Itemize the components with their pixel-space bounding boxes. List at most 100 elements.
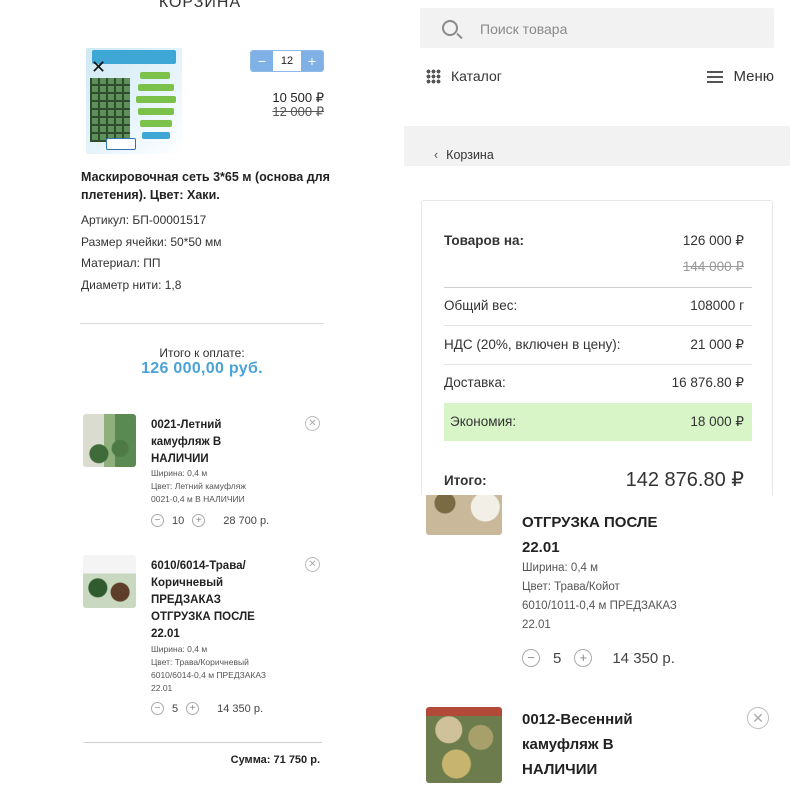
item-width: Ширина: 0,4 м <box>151 468 208 478</box>
remove-item-icon[interactable]: ✕ <box>747 707 769 729</box>
item-name-line: НАЛИЧИИ <box>522 761 598 778</box>
item-name-line: 0012-Весенний <box>522 711 633 728</box>
item-thumbnail[interactable] <box>426 495 502 535</box>
plus-icon[interactable]: + <box>192 514 206 527</box>
item-quantity: 5 <box>553 649 562 667</box>
summary-delivery-value: 16 876.80 ₽ <box>671 375 744 390</box>
item-name-line: ОТГРУЗКА ПОСЛЕ <box>522 514 658 531</box>
divider <box>444 325 752 326</box>
minus-icon[interactable]: − <box>151 514 164 527</box>
remove-item-icon[interactable]: ✕ <box>305 557 320 572</box>
search-icon[interactable] <box>442 20 458 36</box>
total-value: 126 000,00 руб. <box>141 360 263 377</box>
item-name-line: камуфляж В <box>522 736 614 753</box>
chevron-left-icon: ‹ <box>434 148 439 162</box>
items-sum: Сумма: 71 750 р. <box>230 754 320 766</box>
order-summary: Товаров на: 126 000 ₽ 144 000 ₽ Общий ве… <box>421 200 773 495</box>
remove-item-icon[interactable]: ✕ <box>305 416 320 431</box>
breadcrumb-label: Корзина <box>446 148 494 162</box>
total-label: Итого к оплате: <box>159 346 245 360</box>
spec-thread-diameter: Диаметр нити: 1,8 <box>81 278 182 292</box>
item-color: Цвет: Трава/Коричневый <box>151 657 249 667</box>
summary-delivery-label: Доставка: <box>444 375 506 390</box>
menu-button[interactable]: Меню <box>707 68 774 85</box>
page-title: КОРЗИНА <box>158 0 242 11</box>
breadcrumb: ‹ Корзина <box>404 126 790 166</box>
item-price: 14 350 р. <box>612 649 675 667</box>
item-sku: 6010/1011-0,4 м ПРЕДЗАКАЗ <box>522 600 677 612</box>
grid-icon <box>426 68 441 84</box>
cart-item: 6010/6014-Трава/ Коричневый ПРЕДЗАКАЗ ОТ… <box>83 555 323 720</box>
catalog-label: Каталог <box>451 68 502 84</box>
search-placeholder: Поиск товара <box>480 21 568 37</box>
item-quantity-control: − 10 + 28 700 р. <box>151 514 269 527</box>
summary-weight-row: Общий вес: 108000 г <box>444 298 752 313</box>
hamburger-icon <box>707 70 724 83</box>
summary-savings-row: Экономия: 18 000 ₽ <box>444 414 752 429</box>
item-price: 28 700 р. <box>223 514 270 527</box>
item-quantity: 10 <box>172 514 185 527</box>
summary-total-label: Итого: <box>444 473 487 488</box>
catalog-button[interactable]: Каталог <box>426 68 502 84</box>
summary-delivery-row: Доставка: 16 876.80 ₽ <box>444 375 752 390</box>
plus-icon[interactable]: + <box>186 702 200 715</box>
summary-weight-label: Общий вес: <box>444 298 518 313</box>
item-name[interactable]: ОТГРУЗКА ПОСЛЕ 22.01 <box>522 510 712 560</box>
cart-item: 0021-Летний камуфляж В НАЛИЧИИ ✕ Ширина:… <box>83 414 323 527</box>
summary-goods-value: 126 000 ₽ <box>682 233 744 248</box>
price-old: 12 000 ₽ <box>272 104 324 119</box>
product-name[interactable]: Маскировочная сеть 3*65 м (основа для пл… <box>81 168 331 204</box>
summary-savings-value: 18 000 ₽ <box>690 414 744 429</box>
quantity-stepper[interactable]: − 12 + <box>250 50 324 72</box>
item-price: 14 350 р. <box>217 702 263 715</box>
divider <box>444 364 752 365</box>
item-color: Цвет: Трава/Койот <box>522 581 620 593</box>
item-date: 22.01 <box>151 683 173 693</box>
summary-goods-old: 144 000 ₽ <box>682 259 744 274</box>
summary-total-value: 142 876.80 ₽ <box>625 469 744 491</box>
minus-icon[interactable]: − <box>151 702 164 715</box>
divider <box>80 323 324 324</box>
item-width: Ширина: 0,4 м <box>151 644 208 654</box>
cart-panel-summary: Поиск товара Каталог Меню ‹ Корзина Товар… <box>400 0 800 495</box>
cart-panel-items: ОТГРУЗКА ПОСЛЕ 22.01 Ширина: 0,4 м Цвет:… <box>400 495 800 800</box>
item-sku: 0021-0,4 м В НАЛИЧИИ <box>151 494 245 504</box>
decrease-button[interactable]: − <box>251 51 273 71</box>
item-date: 22.01 <box>522 619 551 631</box>
divider <box>84 742 322 743</box>
item-color: Цвет: Летний камуфляж <box>151 481 247 491</box>
remove-item-icon[interactable]: ✕ <box>91 58 106 76</box>
item-quantity-control: − 5 + 14 350 р. <box>151 702 263 715</box>
item-name[interactable]: 6010/6014-Трава/ Коричневый ПРЕДЗАКАЗ ОТ… <box>151 558 261 643</box>
minus-icon[interactable]: − <box>522 649 540 667</box>
summary-vat-row: НДС (20%, включен в цену): 21 000 ₽ <box>444 337 752 352</box>
spec-article: Артикул: БП-00001517 <box>81 213 207 227</box>
item-name[interactable]: 0021-Летний камуфляж В НАЛИЧИИ <box>151 417 261 468</box>
summary-weight-value: 108000 г <box>690 298 744 313</box>
summary-goods-row: Товаров на: 126 000 ₽ <box>444 233 752 248</box>
increase-button[interactable]: + <box>301 51 323 71</box>
item-name-line: 22.01 <box>522 539 560 556</box>
item-width: Ширина: 0,4 м <box>522 562 599 574</box>
cart-panel-left: КОРЗИНА ✕ − 12 + 10 500 ₽ 12 000 ₽ Маски… <box>0 0 400 800</box>
item-thumbnail[interactable] <box>426 707 502 783</box>
item-thumbnail[interactable] <box>83 414 136 467</box>
summary-vat-label: НДС (20%, включен в цену): <box>444 337 621 352</box>
summary-savings-label: Экономия: <box>450 414 517 429</box>
plus-icon[interactable]: + <box>574 649 593 667</box>
spec-mesh-size: Размер ячейки: 50*50 мм <box>81 235 222 249</box>
summary-total-row: Итого: 142 876.80 ₽ <box>444 469 752 491</box>
search-input[interactable]: Поиск товара <box>420 8 774 48</box>
breadcrumb-back-link[interactable]: ‹ Корзина <box>434 148 494 162</box>
spec-material: Материал: ПП <box>81 256 161 270</box>
divider <box>444 287 752 288</box>
item-thumbnail[interactable] <box>83 555 136 608</box>
quantity-field[interactable]: 12 <box>273 51 301 71</box>
item-name[interactable]: 0012-Весенний камуфляж В НАЛИЧИИ <box>522 707 712 782</box>
item-quantity-control: − 5 + 14 350 р. <box>522 649 675 667</box>
menu-label: Меню <box>733 68 774 85</box>
item-sku: 6010/6014-0,4 м ПРЕДЗАКАЗ <box>151 670 267 680</box>
summary-goods-label: Товаров на: <box>444 233 524 248</box>
summary-vat-value: 21 000 ₽ <box>690 337 744 352</box>
item-quantity: 5 <box>172 702 179 715</box>
